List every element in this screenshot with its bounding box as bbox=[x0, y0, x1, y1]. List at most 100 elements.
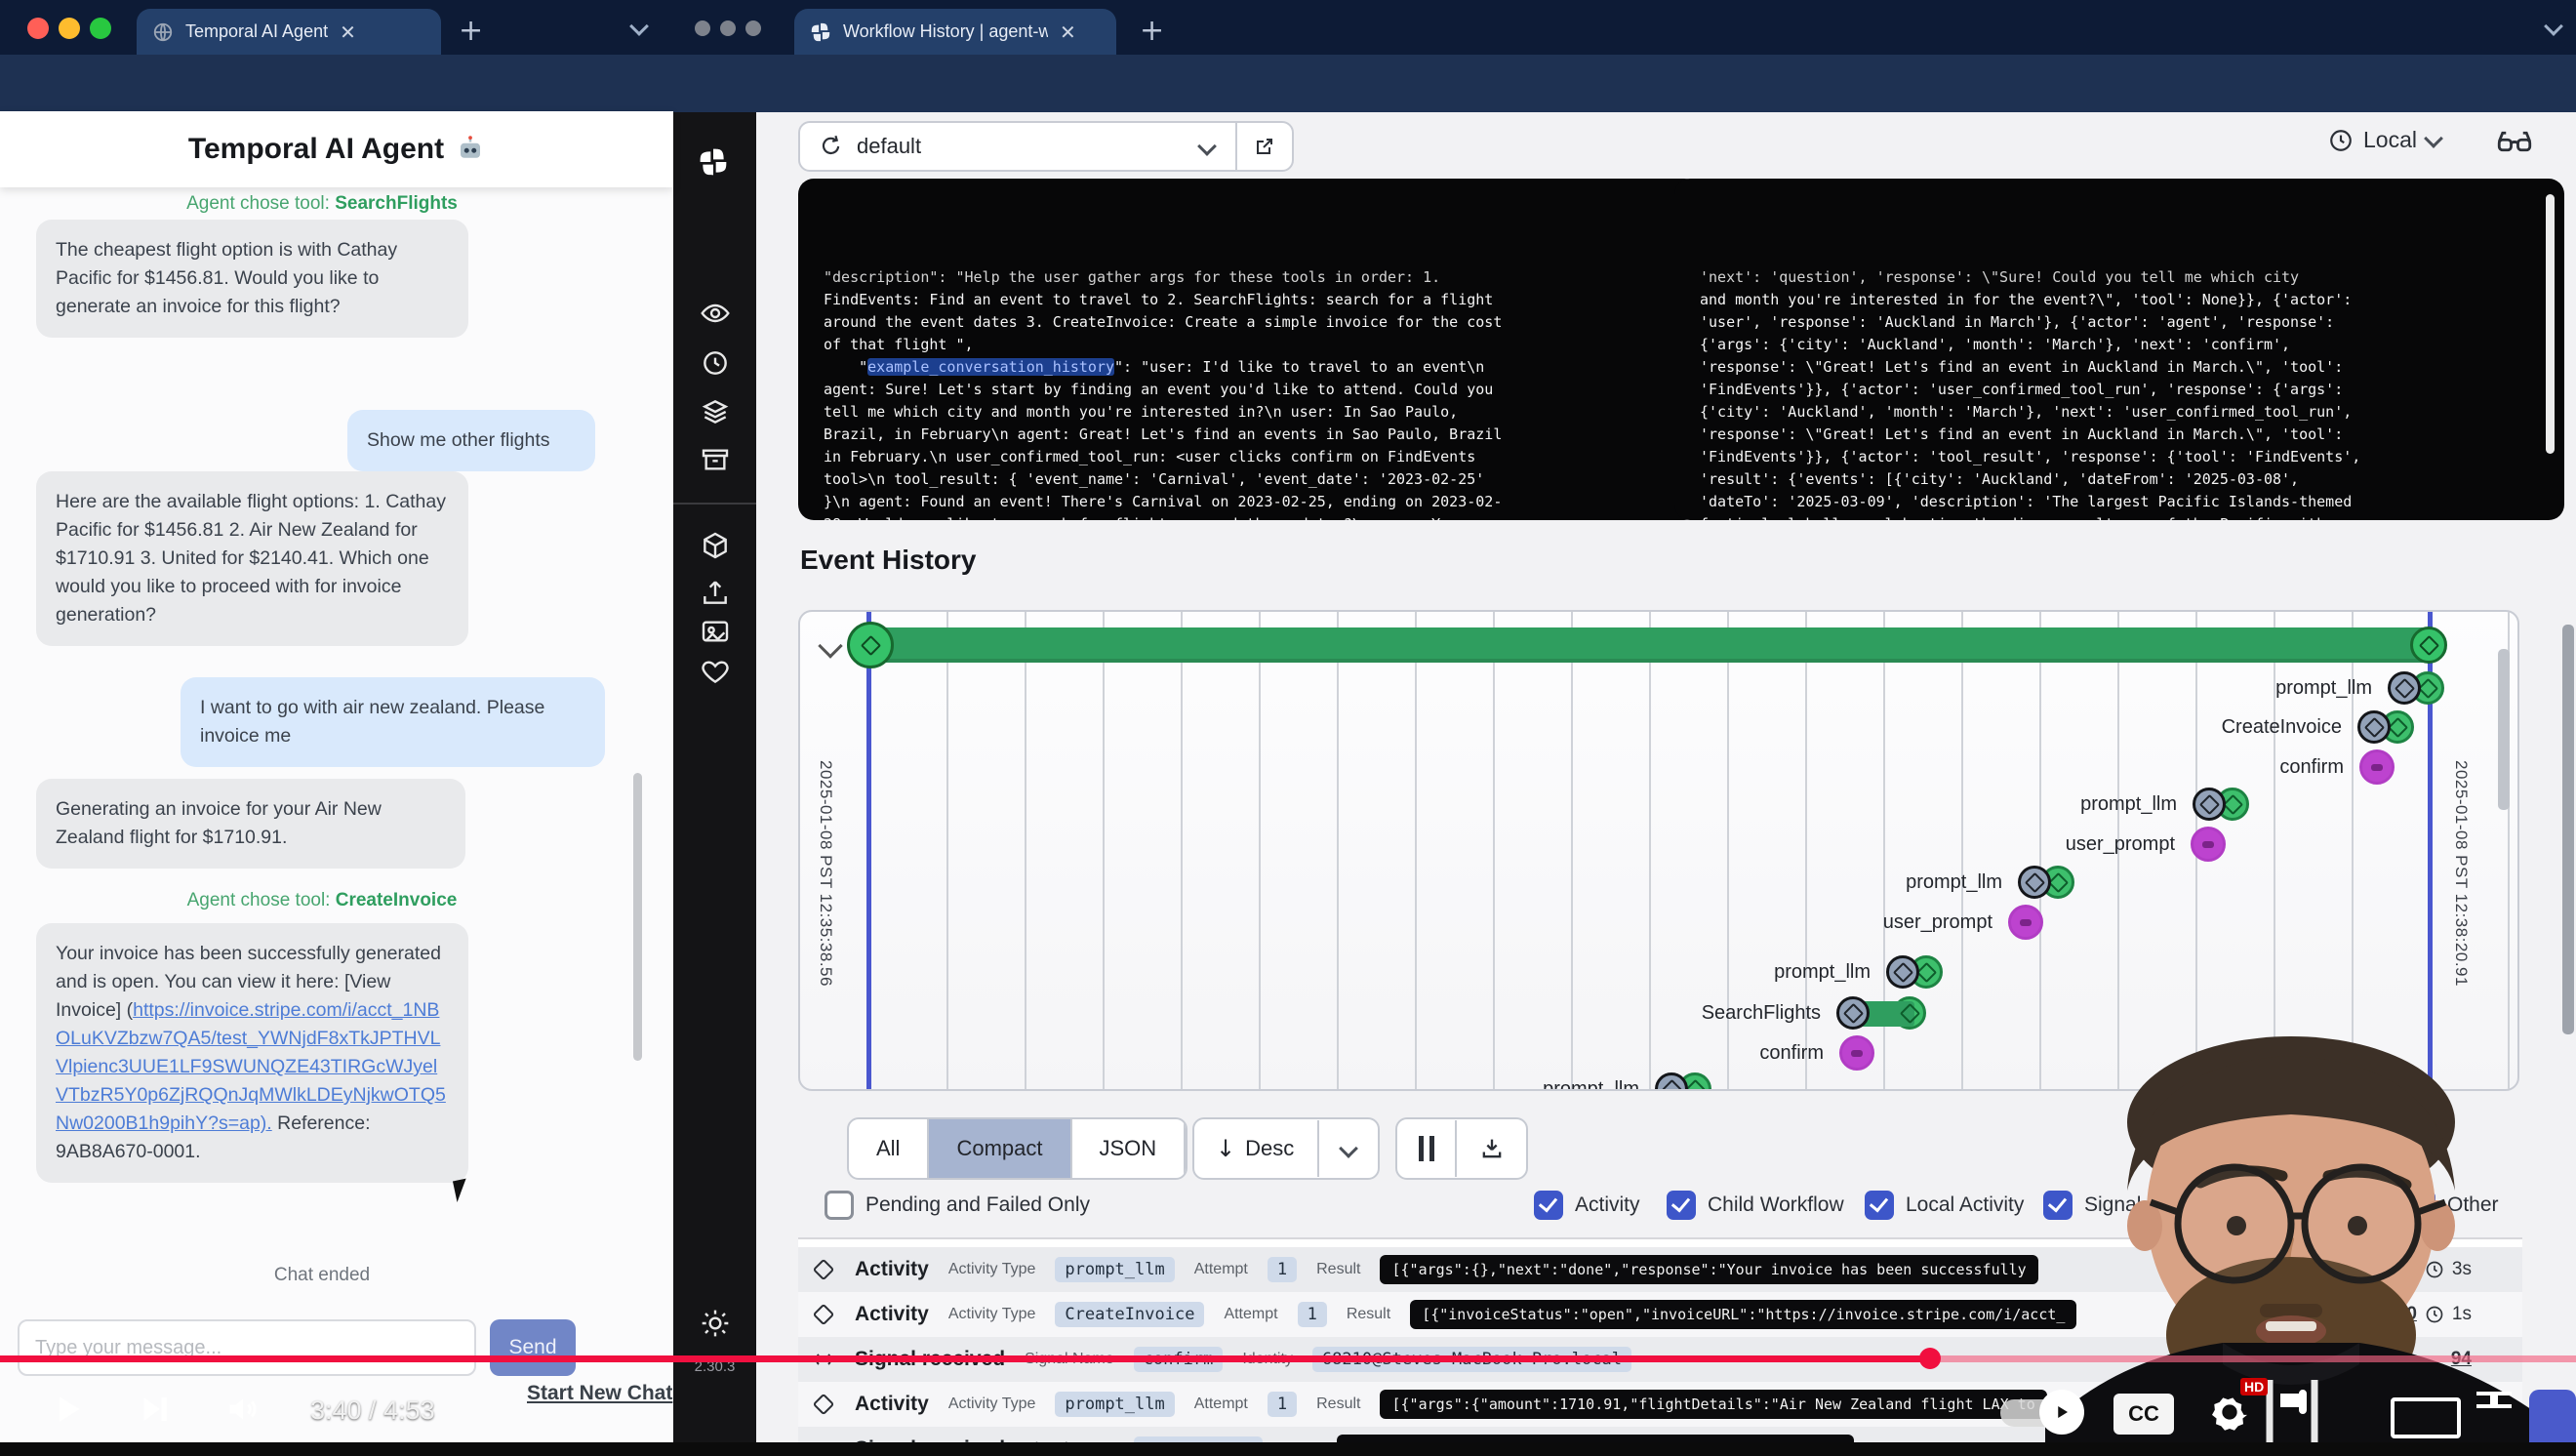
chat-scrollbar[interactable] bbox=[633, 773, 642, 1061]
field-chip[interactable]: 1 bbox=[1268, 1392, 1297, 1417]
timeline-event-markers[interactable] bbox=[1886, 955, 1943, 989]
workflow-input-json[interactable]: "description": "Help the user gather arg… bbox=[798, 179, 1700, 520]
signal-marker[interactable] bbox=[2191, 827, 2226, 862]
chevron-down-icon[interactable] bbox=[1339, 1139, 1358, 1158]
theater-mode-button[interactable] bbox=[2391, 1397, 2461, 1438]
layers-icon[interactable] bbox=[700, 396, 731, 427]
workflow-result-json[interactable]: 'next': 'question', 'response': \"Sure! … bbox=[1674, 179, 2564, 520]
event-scheduled-marker[interactable] bbox=[1655, 1072, 1688, 1091]
workflow-execution-bar[interactable] bbox=[868, 627, 2432, 663]
signal-marker[interactable] bbox=[2359, 749, 2395, 785]
event-scheduled-marker[interactable] bbox=[1836, 996, 1870, 1030]
time-zone-selector[interactable]: Local bbox=[2328, 127, 2440, 153]
timeline-event-markers[interactable] bbox=[2018, 866, 2074, 899]
new-tab-button[interactable]: + bbox=[1140, 14, 1164, 48]
timeline-event[interactable]: user_prompt bbox=[1883, 903, 2043, 942]
chevron-down-icon[interactable] bbox=[2544, 17, 2563, 36]
timeline-event[interactable]: prompt_llm bbox=[2275, 668, 2444, 708]
history-clock-icon[interactable] bbox=[700, 347, 731, 379]
tab-workflow-history[interactable]: Workflow History | agent-wor ✕ bbox=[794, 9, 1116, 55]
video-progress-played[interactable] bbox=[0, 1355, 1930, 1362]
message-input[interactable] bbox=[18, 1319, 476, 1376]
timeline-event-markers[interactable] bbox=[2008, 905, 2043, 940]
event-type-checkbox[interactable]: Activity bbox=[1534, 1191, 1640, 1220]
timeline-event[interactable]: prompt_llm bbox=[2080, 785, 2249, 824]
view-mode-option[interactable]: All bbox=[849, 1119, 929, 1178]
pending-failed-checkbox[interactable]: Pending and Failed Only bbox=[825, 1191, 1090, 1220]
timeline-event[interactable]: confirm bbox=[2279, 748, 2395, 787]
event-completed-marker[interactable] bbox=[1893, 996, 1926, 1030]
send-button[interactable]: Send bbox=[490, 1319, 576, 1376]
inner-scrollbar[interactable] bbox=[2498, 649, 2510, 810]
checkbox-checked[interactable] bbox=[1534, 1191, 1563, 1220]
new-tab-button[interactable]: + bbox=[459, 14, 483, 48]
eye-icon[interactable] bbox=[700, 298, 731, 329]
volume-icon[interactable] bbox=[224, 1392, 262, 1427]
close-window-button[interactable] bbox=[27, 18, 49, 39]
zoom-window-button[interactable] bbox=[90, 18, 111, 39]
signal-marker[interactable] bbox=[2008, 905, 2043, 940]
result-code-chip[interactable]: [{"args":{},"next":"done","response":"Yo… bbox=[1380, 1255, 2037, 1284]
timeline-event[interactable]: confirm bbox=[1759, 1033, 1874, 1072]
tab-temporal-ai-agent[interactable]: Temporal AI Agent ✕ bbox=[137, 9, 441, 55]
sun-icon[interactable] bbox=[700, 1308, 731, 1339]
field-chip[interactable]: CreateInvoice bbox=[1055, 1302, 1204, 1327]
pause-button[interactable] bbox=[1419, 1136, 1434, 1161]
timeline-event-markers[interactable] bbox=[2193, 788, 2249, 821]
event-scheduled-marker[interactable] bbox=[2357, 710, 2391, 744]
workflow-end-marker[interactable] bbox=[2410, 627, 2447, 664]
code-scrollbar[interactable] bbox=[2546, 194, 2555, 454]
chevron-down-icon[interactable] bbox=[629, 17, 649, 36]
result-code-chip[interactable]: [{"invoiceStatus":"open","invoiceURL":"h… bbox=[1410, 1300, 2076, 1329]
timeline-event[interactable]: SearchFlights bbox=[1702, 993, 1926, 1032]
reader-glasses-icon[interactable] bbox=[2494, 125, 2535, 158]
timeline-event[interactable]: CreateInvoice bbox=[2222, 708, 2414, 747]
timeline-event-markers[interactable] bbox=[2357, 710, 2414, 744]
zoom-window-button[interactable] bbox=[745, 20, 761, 36]
view-mode-option[interactable]: JSON bbox=[1072, 1119, 1187, 1178]
event-type-checkbox[interactable]: Child Workflow bbox=[1667, 1191, 1844, 1220]
checkbox-checked[interactable] bbox=[1667, 1191, 1696, 1220]
result-code-chip[interactable]: [{"args":{"amount":1710.91,"flightDetail… bbox=[1380, 1390, 2046, 1419]
timeline-event[interactable]: prompt_llm bbox=[1774, 952, 1943, 991]
field-chip[interactable]: prompt_llm bbox=[1055, 1257, 1174, 1282]
timeline-event[interactable]: prompt_llm bbox=[1906, 863, 2074, 902]
event-scheduled-marker[interactable] bbox=[2193, 788, 2226, 821]
event-scheduled-marker[interactable] bbox=[2388, 671, 2421, 705]
sort-order-button[interactable]: ↓ Desc bbox=[1192, 1117, 1380, 1180]
workflow-start-marker[interactable] bbox=[847, 622, 894, 668]
event-scheduled-marker[interactable] bbox=[2018, 866, 2051, 899]
timeline-event-markers[interactable] bbox=[1839, 1035, 1874, 1071]
upload-icon[interactable] bbox=[700, 577, 731, 608]
cube-icon[interactable] bbox=[700, 530, 731, 561]
captions-button[interactable]: CC bbox=[2113, 1394, 2174, 1435]
event-type-checkbox[interactable]: Local Activity bbox=[1865, 1191, 2024, 1220]
timeline-event-markers[interactable] bbox=[2388, 671, 2444, 705]
close-tab-icon[interactable]: ✕ bbox=[340, 20, 356, 44]
view-mode-option[interactable]: Compact bbox=[929, 1119, 1071, 1178]
signal-marker[interactable] bbox=[1839, 1035, 1874, 1071]
checkbox-checked[interactable] bbox=[1865, 1191, 1894, 1220]
play-button-icon[interactable] bbox=[49, 1388, 86, 1431]
heart-icon[interactable] bbox=[700, 656, 731, 687]
timeline-event[interactable]: prompt_llm bbox=[1543, 1070, 1711, 1091]
timeline-event-markers[interactable] bbox=[2191, 827, 2226, 862]
field-chip[interactable]: 1 bbox=[1268, 1257, 1297, 1282]
field-chip[interactable]: 1 bbox=[1298, 1302, 1327, 1327]
timeline-event-markers[interactable] bbox=[2359, 749, 2395, 785]
miniplayer-button[interactable] bbox=[2299, 1390, 2307, 1414]
field-chip[interactable]: prompt_llm bbox=[1055, 1392, 1174, 1417]
close-window-button[interactable] bbox=[695, 20, 710, 36]
namespace-selector[interactable]: default bbox=[798, 121, 1294, 172]
checkbox-unchecked[interactable] bbox=[825, 1191, 854, 1220]
page-scrollbar[interactable] bbox=[2562, 625, 2574, 1034]
timeline-event-markers[interactable] bbox=[1655, 1072, 1711, 1091]
next-button-icon[interactable] bbox=[137, 1392, 172, 1427]
settings-gear-button[interactable]: HD bbox=[2207, 1390, 2252, 1439]
video-progress-remaining[interactable] bbox=[1930, 1355, 2576, 1362]
download-icon[interactable] bbox=[1478, 1135, 1506, 1162]
archive-icon[interactable] bbox=[700, 444, 731, 475]
image-icon[interactable] bbox=[700, 616, 731, 647]
temporal-logo-icon[interactable] bbox=[698, 146, 729, 178]
external-link-icon[interactable] bbox=[1253, 135, 1276, 158]
